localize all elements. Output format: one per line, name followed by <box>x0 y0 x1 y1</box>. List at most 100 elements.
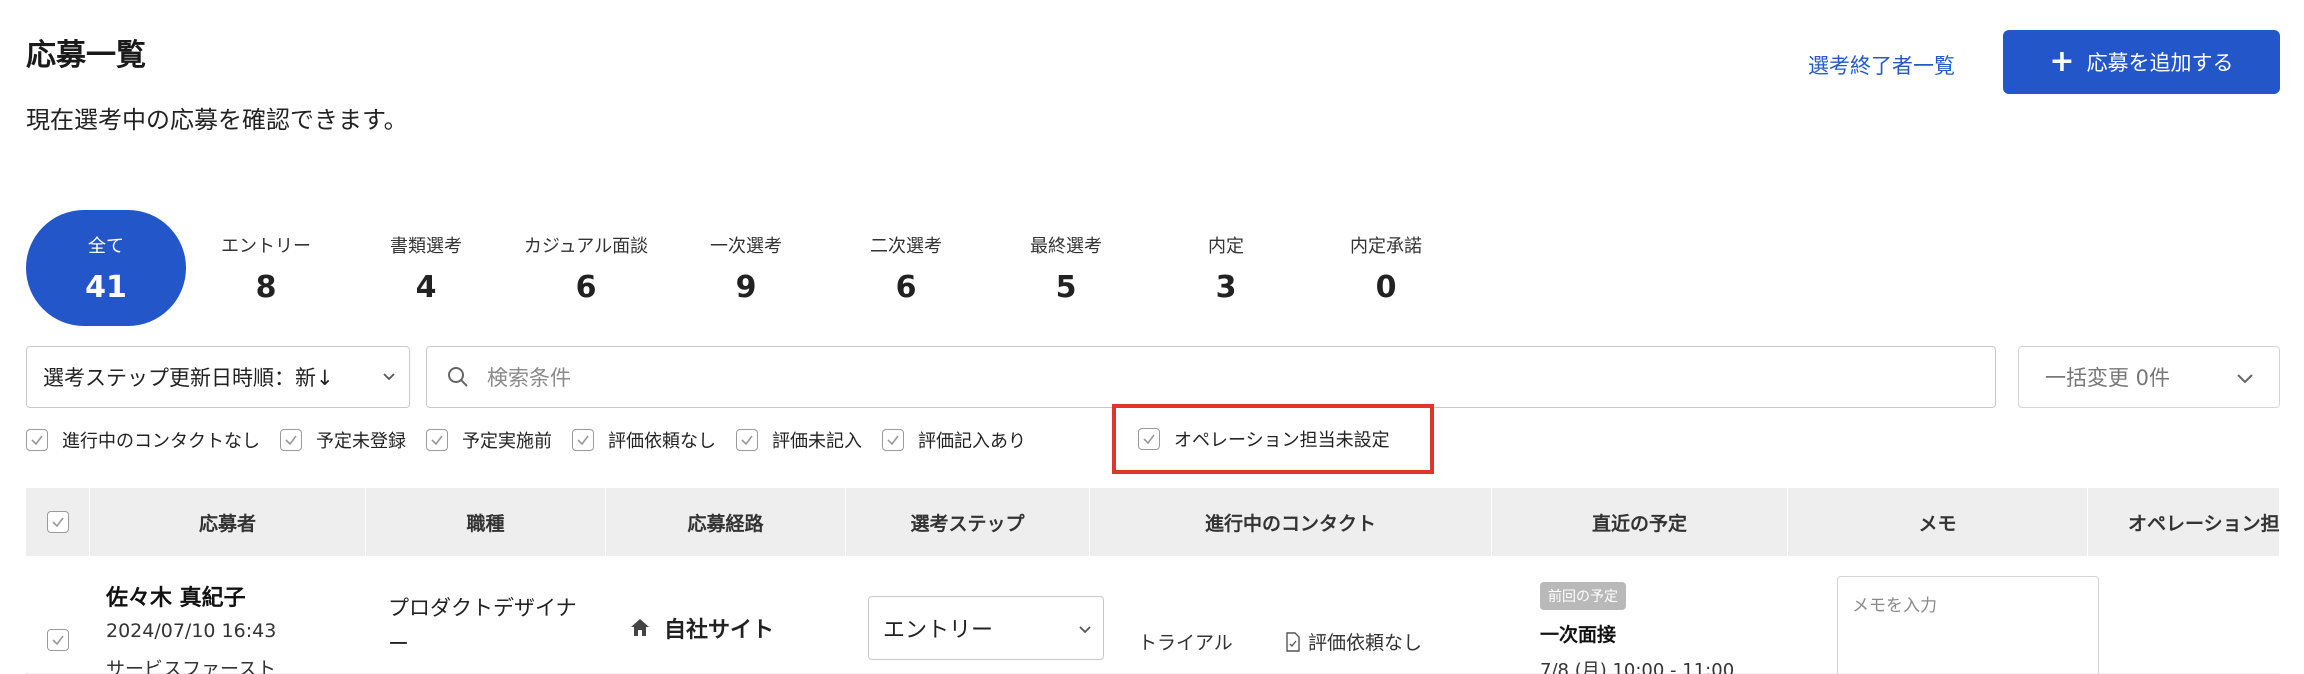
tab-count: 8 <box>255 269 277 305</box>
filter-label: 進行中のコンタクトなし <box>62 431 260 452</box>
filter-label: オペレーション担当未設定 <box>1174 430 1390 451</box>
row-checkbox[interactable] <box>47 629 69 651</box>
search-icon <box>448 367 468 387</box>
tab-count: 5 <box>1055 269 1077 305</box>
filter-label: 評価依頼なし <box>608 431 716 452</box>
tab-all[interactable]: 全て 41 <box>26 210 186 326</box>
filter-eval-not-entered[interactable]: 評価未記入 <box>736 427 862 453</box>
step-value: エントリー <box>883 618 994 643</box>
bulk-change-label: 一括変更 0件 <box>2045 366 2171 390</box>
checkbox[interactable] <box>280 429 302 451</box>
check-icon <box>285 435 297 446</box>
chevron-down-icon <box>1079 626 1091 634</box>
filter-label: 予定実施前 <box>462 431 552 452</box>
check-icon <box>51 517 64 528</box>
sort-value: 選考ステップ更新日時順：新↓ <box>43 366 334 390</box>
column-header-route[interactable]: 応募経路 <box>606 488 846 556</box>
checkbox[interactable] <box>882 429 904 451</box>
filter-no-operation-owner[interactable]: オペレーション担当未設定 <box>1138 426 1390 452</box>
tab-first-round[interactable]: 一次選考 9 <box>666 210 826 326</box>
applicant-name[interactable]: 佐々木 真紀子 <box>106 580 246 612</box>
tab-final-round[interactable]: 最終選考 5 <box>986 210 1146 326</box>
check-icon <box>741 435 753 446</box>
tab-label: 二次選考 <box>870 235 942 257</box>
document-icon <box>1286 631 1300 652</box>
tab-count: 41 <box>85 269 127 305</box>
application-route: 自社サイト <box>628 612 774 644</box>
check-icon <box>52 635 64 646</box>
search-placeholder: 検索条件 <box>487 366 571 390</box>
filter-checkboxes: 進行中のコンタクトなし 予定未登録 予定実施前 評価依頼なし 評価未記入 評価記… <box>26 426 1046 454</box>
schedule-time: 7/8 (月) 10:00 - 11:00 <box>1540 660 1735 674</box>
tab-label: 一次選考 <box>710 235 782 257</box>
column-header-job[interactable]: 職種 <box>366 488 606 556</box>
table-header: 応募者 職種 応募経路 選考ステップ 進行中のコンタクト 直近の予定 メモ オペ… <box>26 488 2280 556</box>
tab-count: 6 <box>575 269 597 305</box>
checkbox[interactable] <box>26 429 48 451</box>
filter-no-active-contact[interactable]: 進行中のコンタクトなし <box>26 427 260 453</box>
check-icon <box>887 435 899 446</box>
tab-second-round[interactable]: 二次選考 6 <box>826 210 986 326</box>
previous-schedule-badge: 前回の予定 <box>1540 582 1626 610</box>
column-header-applicant[interactable]: 応募者 <box>90 488 366 556</box>
add-application-button[interactable]: + 応募を追加する <box>2003 30 2280 94</box>
tab-label: 書類選考 <box>390 235 462 257</box>
route-label: 自社サイト <box>664 618 775 643</box>
plus-icon: + <box>2049 44 2075 79</box>
column-header-step[interactable]: 選考ステップ <box>846 488 1090 556</box>
filter-no-schedule[interactable]: 予定未登録 <box>280 427 406 453</box>
filter-label: 予定未登録 <box>316 431 406 452</box>
tab-label: 内定 <box>1208 235 1244 257</box>
chevron-down-icon <box>383 373 395 381</box>
filter-eval-entered[interactable]: 評価記入あり <box>882 427 1026 453</box>
search-input[interactable]: 検索条件 <box>426 346 1996 408</box>
table-row[interactable]: 佐々木 真紀子 2024/07/10 16:43 サービスファースト プロダクト… <box>26 556 2280 674</box>
step-select[interactable]: エントリー <box>868 596 1104 660</box>
column-header-schedule[interactable]: 直近の予定 <box>1492 488 1788 556</box>
column-header-operation-owner[interactable]: オペレーション担当 <box>2088 488 2280 556</box>
column-header-contact[interactable]: 進行中のコンタクト <box>1090 488 1492 556</box>
tab-document-screening[interactable]: 書類選考 4 <box>346 210 506 326</box>
ended-applicants-link[interactable]: 選考終了者一覧 <box>1808 50 1955 80</box>
memo-input[interactable]: メモを入力 <box>1837 576 2099 674</box>
row-checkbox-cell <box>26 556 90 674</box>
check-icon <box>31 435 43 446</box>
checkbox[interactable] <box>426 429 448 451</box>
eval-status: 評価依頼なし <box>1284 628 1422 655</box>
filter-label: 評価記入あり <box>918 431 1026 452</box>
tab-label: 内定承諾 <box>1350 235 1422 257</box>
tab-count: 4 <box>415 269 437 305</box>
tab-count: 6 <box>895 269 917 305</box>
applicant-datetime: 2024/07/10 16:43 <box>106 620 277 642</box>
add-application-label: 応募を追加する <box>2086 51 2234 75</box>
checkbox[interactable] <box>1138 428 1160 450</box>
tab-label: カジュアル面談 <box>523 235 649 257</box>
filter-before-schedule[interactable]: 予定実施前 <box>426 427 552 453</box>
filter-label: 評価未記入 <box>772 431 862 452</box>
filter-no-eval-request[interactable]: 評価依頼なし <box>572 427 716 453</box>
checkbox[interactable] <box>736 429 758 451</box>
chevron-down-icon <box>2237 374 2253 384</box>
tab-count: 0 <box>1375 269 1397 305</box>
tab-offer[interactable]: 内定 3 <box>1146 210 1306 326</box>
checkbox[interactable] <box>572 429 594 451</box>
check-icon <box>431 435 443 446</box>
check-icon <box>1143 434 1155 445</box>
eval-label: 評価依頼なし <box>1308 632 1423 654</box>
tab-label: エントリー <box>221 235 311 257</box>
check-icon <box>577 435 589 446</box>
tab-count: 3 <box>1215 269 1237 305</box>
page-description: 現在選考中の応募を確認できます。 <box>26 106 408 134</box>
applicant-company: サービスファースト <box>106 658 277 674</box>
schedule-title: 一次面接 <box>1540 624 1617 646</box>
tab-offer-accepted[interactable]: 内定承諾 0 <box>1306 210 1466 326</box>
sort-select[interactable]: 選考ステップ更新日時順：新↓ <box>26 346 410 408</box>
column-header-memo[interactable]: メモ <box>1788 488 2088 556</box>
tab-label: 全て <box>88 235 124 257</box>
page-title: 応募一覧 <box>26 38 146 73</box>
tab-casual-interview[interactable]: カジュアル面談 6 <box>506 210 666 326</box>
select-all-cell <box>26 488 90 556</box>
select-all-checkbox[interactable] <box>46 511 69 533</box>
bulk-change-select[interactable]: 一括変更 0件 <box>2018 346 2280 408</box>
tab-entry[interactable]: エントリー 8 <box>186 210 346 326</box>
